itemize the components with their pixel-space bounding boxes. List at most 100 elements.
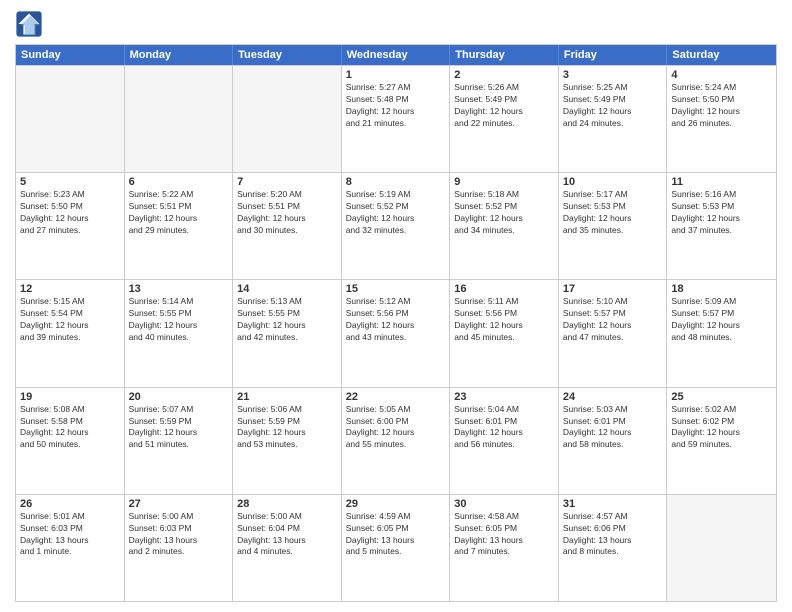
day-header-friday: Friday (559, 45, 668, 65)
day-header-thursday: Thursday (450, 45, 559, 65)
cell-info: Sunrise: 5:16 AM Sunset: 5:53 PM Dayligh… (671, 189, 772, 237)
calendar-cell (16, 66, 125, 172)
cell-info: Sunrise: 5:26 AM Sunset: 5:49 PM Dayligh… (454, 82, 554, 130)
cell-info: Sunrise: 5:19 AM Sunset: 5:52 PM Dayligh… (346, 189, 446, 237)
day-number: 26 (20, 498, 120, 510)
calendar-cell: 18Sunrise: 5:09 AM Sunset: 5:57 PM Dayli… (667, 280, 776, 386)
calendar-cell: 29Sunrise: 4:59 AM Sunset: 6:05 PM Dayli… (342, 495, 451, 601)
day-number: 16 (454, 283, 554, 295)
calendar-cell: 2Sunrise: 5:26 AM Sunset: 5:49 PM Daylig… (450, 66, 559, 172)
cell-info: Sunrise: 5:08 AM Sunset: 5:58 PM Dayligh… (20, 404, 120, 452)
calendar-row-1: 1Sunrise: 5:27 AM Sunset: 5:48 PM Daylig… (16, 65, 776, 172)
day-number: 3 (563, 69, 663, 81)
day-number: 20 (129, 391, 229, 403)
day-header-sunday: Sunday (16, 45, 125, 65)
day-number: 4 (671, 69, 772, 81)
calendar-cell: 17Sunrise: 5:10 AM Sunset: 5:57 PM Dayli… (559, 280, 668, 386)
cell-info: Sunrise: 5:11 AM Sunset: 5:56 PM Dayligh… (454, 296, 554, 344)
day-number: 27 (129, 498, 229, 510)
calendar-body: 1Sunrise: 5:27 AM Sunset: 5:48 PM Daylig… (16, 65, 776, 601)
cell-info: Sunrise: 5:12 AM Sunset: 5:56 PM Dayligh… (346, 296, 446, 344)
day-number: 18 (671, 283, 772, 295)
cell-info: Sunrise: 5:18 AM Sunset: 5:52 PM Dayligh… (454, 189, 554, 237)
cell-info: Sunrise: 4:57 AM Sunset: 6:06 PM Dayligh… (563, 511, 663, 559)
calendar-cell (233, 66, 342, 172)
day-number: 31 (563, 498, 663, 510)
calendar-cell: 13Sunrise: 5:14 AM Sunset: 5:55 PM Dayli… (125, 280, 234, 386)
day-number: 29 (346, 498, 446, 510)
day-number: 11 (671, 176, 772, 188)
day-number: 28 (237, 498, 337, 510)
day-number: 8 (346, 176, 446, 188)
cell-info: Sunrise: 5:27 AM Sunset: 5:48 PM Dayligh… (346, 82, 446, 130)
calendar-cell: 23Sunrise: 5:04 AM Sunset: 6:01 PM Dayli… (450, 388, 559, 494)
day-number: 9 (454, 176, 554, 188)
logo-icon (15, 10, 43, 38)
day-header-wednesday: Wednesday (342, 45, 451, 65)
day-number: 24 (563, 391, 663, 403)
day-number: 22 (346, 391, 446, 403)
day-number: 21 (237, 391, 337, 403)
calendar-cell: 10Sunrise: 5:17 AM Sunset: 5:53 PM Dayli… (559, 173, 668, 279)
cell-info: Sunrise: 5:04 AM Sunset: 6:01 PM Dayligh… (454, 404, 554, 452)
calendar-row-3: 12Sunrise: 5:15 AM Sunset: 5:54 PM Dayli… (16, 279, 776, 386)
calendar-cell: 9Sunrise: 5:18 AM Sunset: 5:52 PM Daylig… (450, 173, 559, 279)
cell-info: Sunrise: 5:25 AM Sunset: 5:49 PM Dayligh… (563, 82, 663, 130)
calendar-cell: 4Sunrise: 5:24 AM Sunset: 5:50 PM Daylig… (667, 66, 776, 172)
calendar-cell: 22Sunrise: 5:05 AM Sunset: 6:00 PM Dayli… (342, 388, 451, 494)
calendar-cell: 8Sunrise: 5:19 AM Sunset: 5:52 PM Daylig… (342, 173, 451, 279)
calendar-cell: 16Sunrise: 5:11 AM Sunset: 5:56 PM Dayli… (450, 280, 559, 386)
day-number: 17 (563, 283, 663, 295)
day-number: 12 (20, 283, 120, 295)
cell-info: Sunrise: 5:22 AM Sunset: 5:51 PM Dayligh… (129, 189, 229, 237)
cell-info: Sunrise: 5:14 AM Sunset: 5:55 PM Dayligh… (129, 296, 229, 344)
cell-info: Sunrise: 5:00 AM Sunset: 6:03 PM Dayligh… (129, 511, 229, 559)
day-number: 15 (346, 283, 446, 295)
day-header-monday: Monday (125, 45, 234, 65)
day-number: 1 (346, 69, 446, 81)
cell-info: Sunrise: 5:05 AM Sunset: 6:00 PM Dayligh… (346, 404, 446, 452)
cell-info: Sunrise: 4:59 AM Sunset: 6:05 PM Dayligh… (346, 511, 446, 559)
cell-info: Sunrise: 5:07 AM Sunset: 5:59 PM Dayligh… (129, 404, 229, 452)
cell-info: Sunrise: 5:24 AM Sunset: 5:50 PM Dayligh… (671, 82, 772, 130)
page: SundayMondayTuesdayWednesdayThursdayFrid… (0, 0, 792, 612)
day-number: 6 (129, 176, 229, 188)
calendar-cell: 5Sunrise: 5:23 AM Sunset: 5:50 PM Daylig… (16, 173, 125, 279)
calendar-cell: 27Sunrise: 5:00 AM Sunset: 6:03 PM Dayli… (125, 495, 234, 601)
calendar-cell: 26Sunrise: 5:01 AM Sunset: 6:03 PM Dayli… (16, 495, 125, 601)
calendar: SundayMondayTuesdayWednesdayThursdayFrid… (15, 44, 777, 602)
calendar-cell (125, 66, 234, 172)
calendar-cell: 6Sunrise: 5:22 AM Sunset: 5:51 PM Daylig… (125, 173, 234, 279)
calendar-cell: 21Sunrise: 5:06 AM Sunset: 5:59 PM Dayli… (233, 388, 342, 494)
cell-info: Sunrise: 5:10 AM Sunset: 5:57 PM Dayligh… (563, 296, 663, 344)
calendar-cell: 20Sunrise: 5:07 AM Sunset: 5:59 PM Dayli… (125, 388, 234, 494)
cell-info: Sunrise: 5:15 AM Sunset: 5:54 PM Dayligh… (20, 296, 120, 344)
day-number: 25 (671, 391, 772, 403)
calendar-cell: 28Sunrise: 5:00 AM Sunset: 6:04 PM Dayli… (233, 495, 342, 601)
calendar-row-2: 5Sunrise: 5:23 AM Sunset: 5:50 PM Daylig… (16, 172, 776, 279)
cell-info: Sunrise: 5:01 AM Sunset: 6:03 PM Dayligh… (20, 511, 120, 559)
calendar-cell: 14Sunrise: 5:13 AM Sunset: 5:55 PM Dayli… (233, 280, 342, 386)
calendar-header: SundayMondayTuesdayWednesdayThursdayFrid… (16, 45, 776, 65)
cell-info: Sunrise: 5:23 AM Sunset: 5:50 PM Dayligh… (20, 189, 120, 237)
calendar-cell: 31Sunrise: 4:57 AM Sunset: 6:06 PM Dayli… (559, 495, 668, 601)
cell-info: Sunrise: 5:13 AM Sunset: 5:55 PM Dayligh… (237, 296, 337, 344)
day-number: 5 (20, 176, 120, 188)
calendar-row-5: 26Sunrise: 5:01 AM Sunset: 6:03 PM Dayli… (16, 494, 776, 601)
day-number: 30 (454, 498, 554, 510)
calendar-cell: 12Sunrise: 5:15 AM Sunset: 5:54 PM Dayli… (16, 280, 125, 386)
cell-info: Sunrise: 5:20 AM Sunset: 5:51 PM Dayligh… (237, 189, 337, 237)
calendar-cell: 25Sunrise: 5:02 AM Sunset: 6:02 PM Dayli… (667, 388, 776, 494)
cell-info: Sunrise: 5:06 AM Sunset: 5:59 PM Dayligh… (237, 404, 337, 452)
cell-info: Sunrise: 5:02 AM Sunset: 6:02 PM Dayligh… (671, 404, 772, 452)
cell-info: Sunrise: 5:03 AM Sunset: 6:01 PM Dayligh… (563, 404, 663, 452)
day-number: 13 (129, 283, 229, 295)
day-number: 7 (237, 176, 337, 188)
cell-info: Sunrise: 4:58 AM Sunset: 6:05 PM Dayligh… (454, 511, 554, 559)
calendar-cell: 1Sunrise: 5:27 AM Sunset: 5:48 PM Daylig… (342, 66, 451, 172)
calendar-cell: 11Sunrise: 5:16 AM Sunset: 5:53 PM Dayli… (667, 173, 776, 279)
calendar-cell: 30Sunrise: 4:58 AM Sunset: 6:05 PM Dayli… (450, 495, 559, 601)
cell-info: Sunrise: 5:09 AM Sunset: 5:57 PM Dayligh… (671, 296, 772, 344)
calendar-cell: 7Sunrise: 5:20 AM Sunset: 5:51 PM Daylig… (233, 173, 342, 279)
calendar-cell: 24Sunrise: 5:03 AM Sunset: 6:01 PM Dayli… (559, 388, 668, 494)
